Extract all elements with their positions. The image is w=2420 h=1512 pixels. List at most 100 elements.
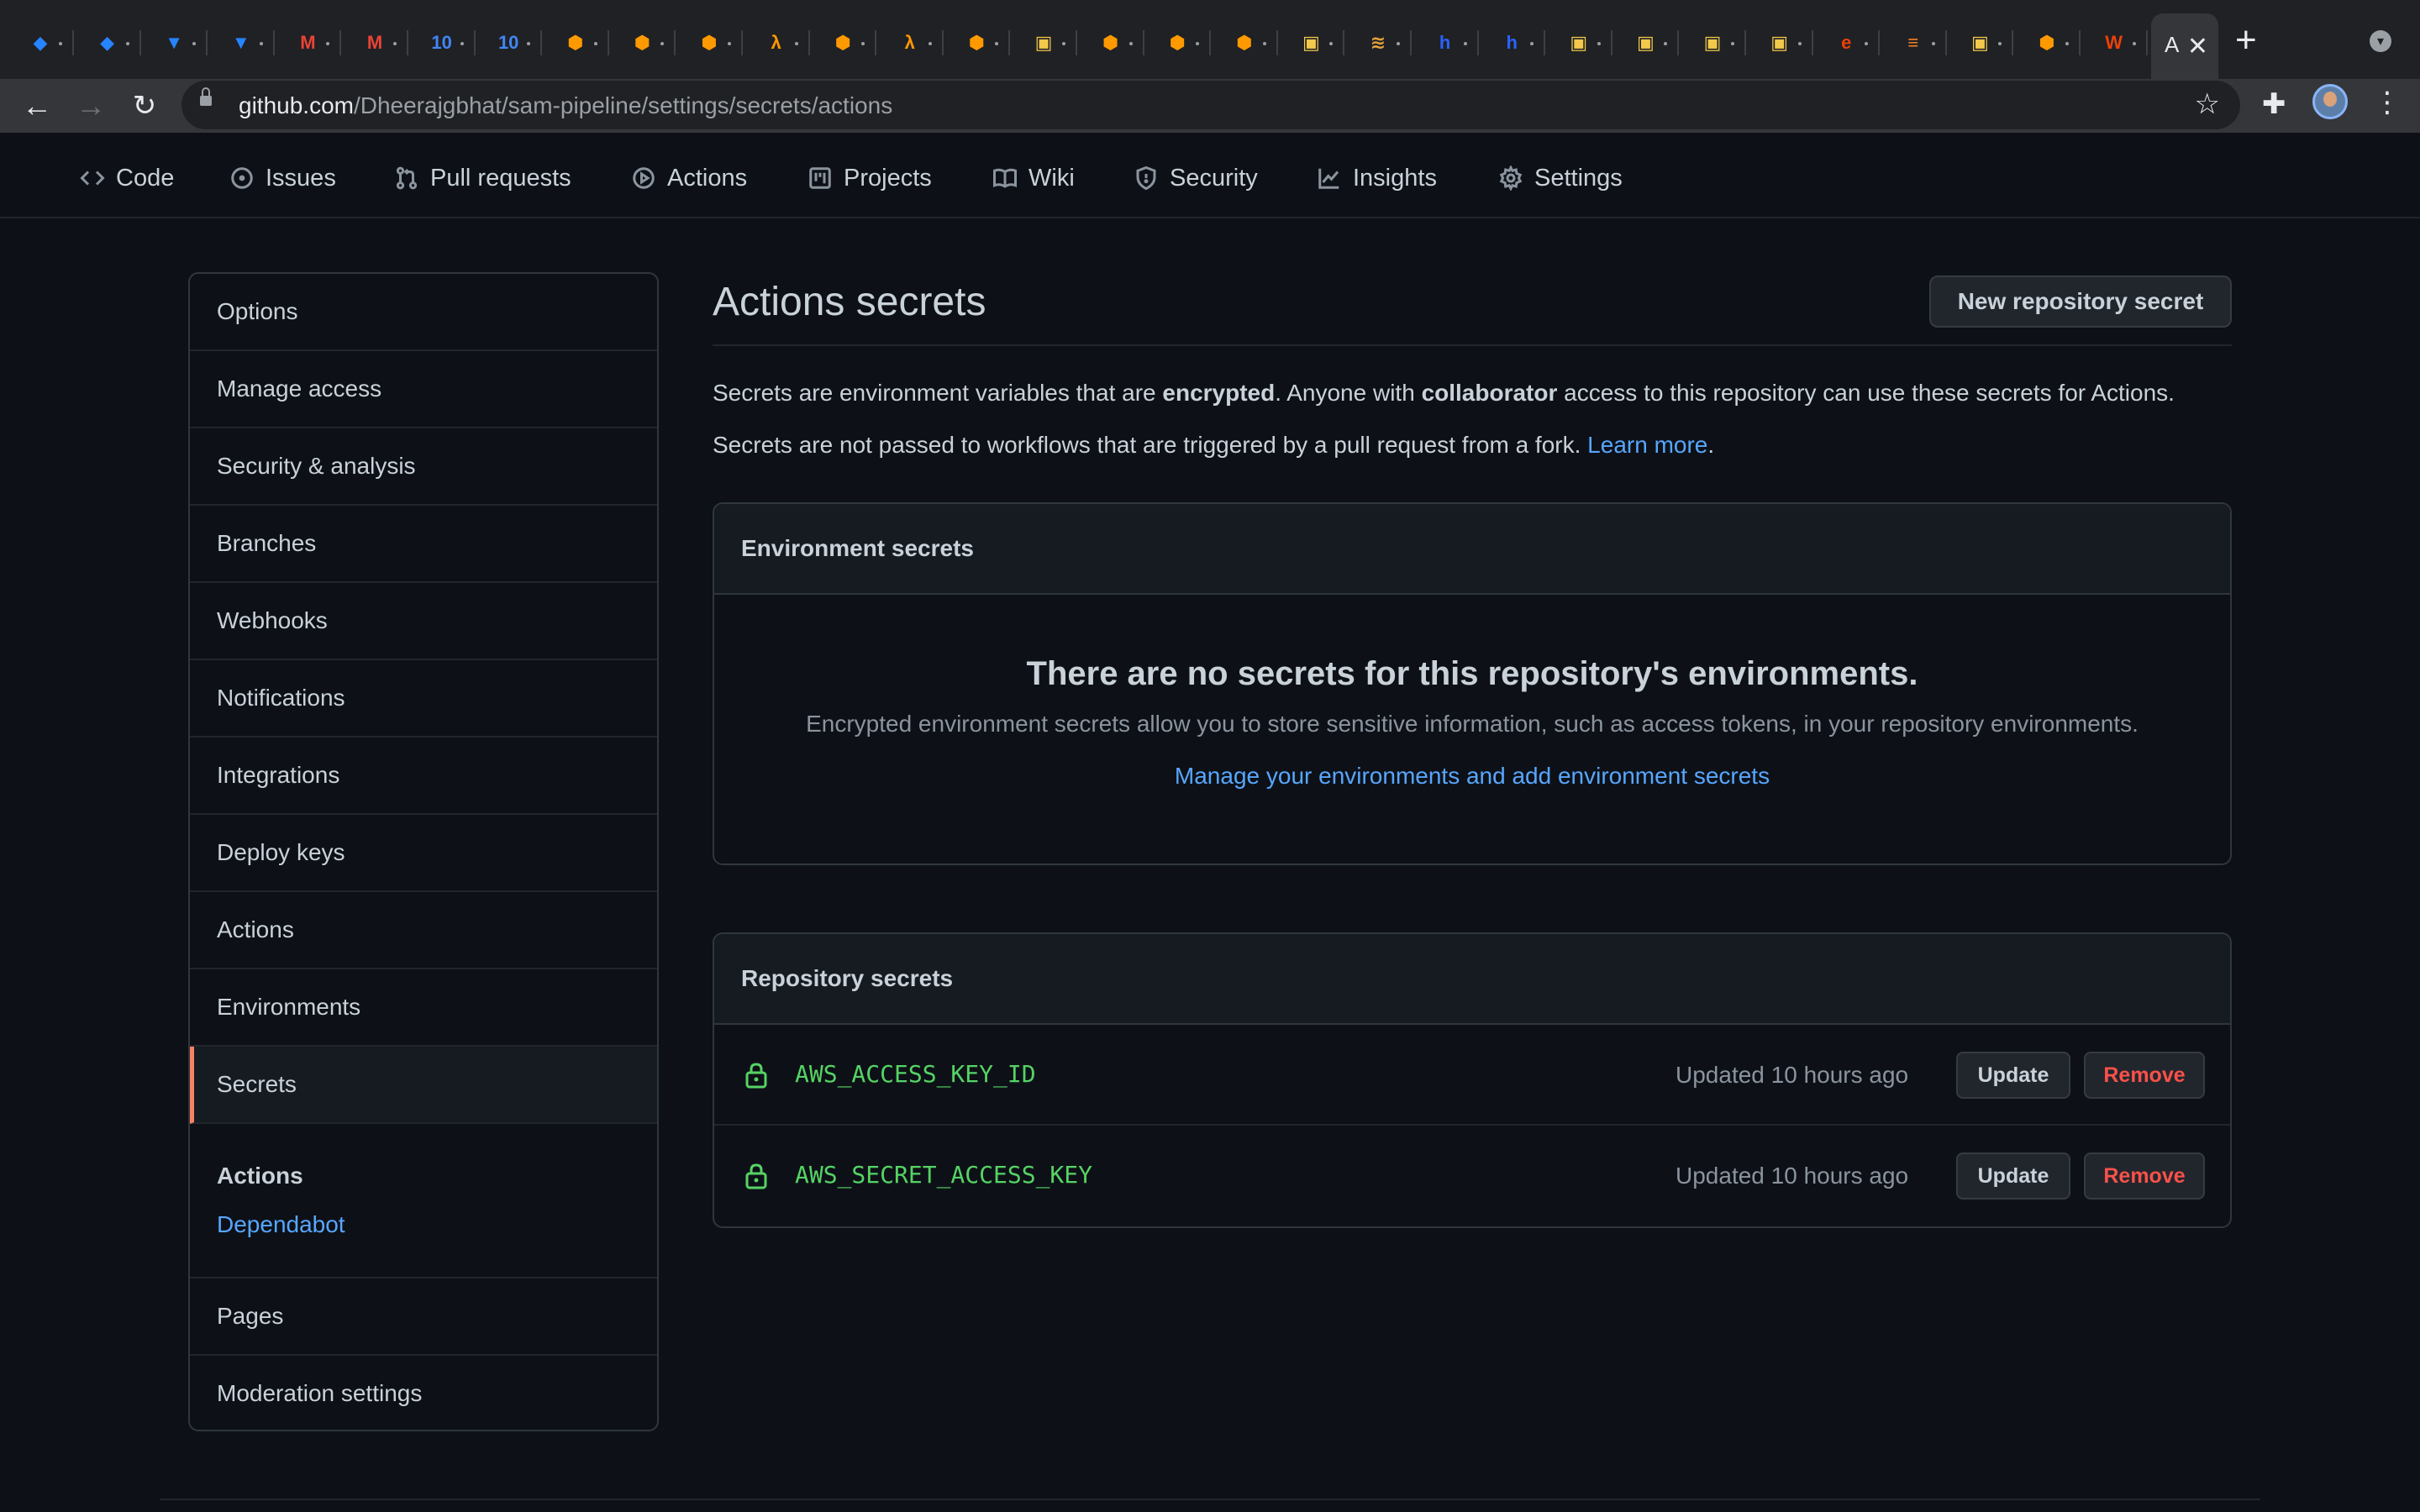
tab-wiki[interactable]: Wiki: [992, 161, 1075, 195]
learn-more-link[interactable]: Learn more: [1587, 432, 1707, 458]
browser-tab[interactable]: 10: [408, 17, 476, 69]
play-icon: [630, 165, 657, 192]
bookmark-star-icon[interactable]: ☆: [2195, 87, 2220, 121]
active-tab-title: A: [2165, 32, 2180, 57]
forward-button[interactable]: →: [71, 86, 111, 126]
address-bar[interactable]: github.com/Dheerajgbhat/sam-pipeline/set…: [182, 81, 2240, 129]
aws-service-icon: ⬢: [1169, 32, 1186, 53]
gear-icon: [1497, 165, 1524, 192]
sidebar-item-integrations[interactable]: Integrations: [190, 738, 657, 815]
browser-tab[interactable]: ◆: [74, 17, 141, 69]
browser-tab[interactable]: ≡: [1880, 17, 1947, 69]
browser-tab[interactable]: ⬢: [1144, 17, 1212, 69]
browser-tab[interactable]: ▣: [1612, 17, 1680, 69]
tab-title-dot: [794, 42, 798, 45]
tab-title-dot: [1597, 42, 1601, 45]
browser-tab[interactable]: M: [274, 17, 342, 69]
extensions-puzzle-icon[interactable]: ✚: [2262, 87, 2286, 121]
browser-tab[interactable]: 10: [475, 17, 543, 69]
browser-menu-icon[interactable]: ⋮: [2373, 86, 2402, 119]
active-tab[interactable]: A ✕: [2151, 13, 2218, 79]
sidebar-item-secrets[interactable]: Secrets: [190, 1047, 657, 1124]
update-secret-button[interactable]: Update: [1956, 1152, 2070, 1200]
back-button[interactable]: ←: [17, 86, 57, 126]
tab-title-dot: [2132, 42, 2136, 45]
new-repository-secret-button[interactable]: New repository secret: [1929, 276, 2232, 328]
tab-security[interactable]: Security: [1133, 161, 1258, 195]
lock-icon: [745, 1163, 767, 1189]
blank-state-text: Encrypted environment secrets allow you …: [806, 711, 2139, 737]
aws-service-icon: ⬢: [567, 32, 584, 53]
update-secret-button[interactable]: Update: [1956, 1052, 2070, 1099]
browser-tab[interactable]: ⬢: [2013, 17, 2081, 69]
url-text[interactable]: github.com/Dheerajgbhat/sam-pipeline/set…: [239, 92, 892, 119]
browser-tab[interactable]: λ: [876, 17, 944, 69]
browser-tab[interactable]: ▣: [1946, 17, 2014, 69]
remove-secret-button[interactable]: Remove: [2084, 1052, 2205, 1099]
sidebar-item-pages[interactable]: Pages: [190, 1278, 657, 1356]
browser-tab[interactable]: ⬢: [608, 17, 676, 69]
browser-tab[interactable]: ⬢: [1211, 17, 1278, 69]
browser-tab[interactable]: h: [1412, 17, 1479, 69]
package-icon: ▣: [1302, 32, 1320, 53]
gmail-icon: M: [300, 32, 316, 53]
browser-tab[interactable]: e: [1812, 17, 1881, 69]
sidebar-item-branches[interactable]: Branches: [190, 506, 657, 583]
sidebar-item-options[interactable]: Options: [190, 274, 657, 351]
sidebar-link-dependabot[interactable]: Dependabot: [217, 1211, 345, 1238]
new-tab-button[interactable]: +: [2235, 22, 2257, 59]
browser-tab[interactable]: ▣: [1277, 17, 1345, 69]
sidebar-item-deploy-keys[interactable]: Deploy keys: [190, 815, 657, 892]
reload-button[interactable]: ↻: [124, 86, 165, 126]
lock-icon[interactable]: [200, 87, 212, 106]
tab-title-dot: [1865, 42, 1869, 45]
browser-tab[interactable]: ▼: [140, 17, 208, 69]
secret-name: AWS_SECRET_ACCESS_KEY: [795, 1161, 1093, 1189]
tab-projects[interactable]: Projects: [807, 161, 932, 195]
tab-title-dot: [1329, 42, 1334, 45]
browser-tab[interactable]: ≋: [1344, 17, 1412, 69]
browser-tab[interactable]: ⬢: [943, 17, 1011, 69]
secret-row: AWS_SECRET_ACCESS_KEY Updated 10 hours a…: [714, 1126, 2230, 1226]
browser-tab[interactable]: ⬢: [1077, 17, 1144, 69]
browser-tab[interactable]: W: [2081, 17, 2148, 69]
tab-code[interactable]: Code: [79, 161, 174, 195]
browser-tab[interactable]: ▼: [208, 17, 275, 69]
manage-environments-link[interactable]: Manage your environments and add environ…: [714, 763, 2230, 790]
tab-search-icon[interactable]: ▾: [2370, 30, 2391, 52]
sidebar-item-actions[interactable]: Actions: [190, 892, 657, 969]
tab-settings[interactable]: Settings: [1497, 161, 1623, 195]
sidebar-item-security-analysis[interactable]: Security & analysis: [190, 428, 657, 506]
tab-actions[interactable]: Actions: [630, 161, 747, 195]
close-tab-icon[interactable]: ✕: [2187, 32, 2208, 61]
browser-tab[interactable]: ⬢: [676, 17, 743, 69]
sidebar-item-manage-access[interactable]: Manage access: [190, 351, 657, 428]
browser-tab[interactable]: ▣: [1746, 17, 1813, 69]
sidebar-item-webhooks[interactable]: Webhooks: [190, 583, 657, 660]
tab-issues[interactable]: Issues: [229, 161, 336, 195]
browser-tab[interactable]: h: [1478, 17, 1546, 69]
browser-tab[interactable]: ⬢: [809, 17, 877, 69]
remove-secret-button[interactable]: Remove: [2084, 1152, 2205, 1200]
browser-tab[interactable]: ▣: [1679, 17, 1746, 69]
browser-tab[interactable]: λ: [743, 17, 810, 69]
tab-title-dot: [393, 42, 397, 45]
sidebar-item-moderation-settings[interactable]: Moderation settings: [190, 1356, 657, 1433]
tab-title-dot: [728, 42, 731, 45]
sidebar-item-environments[interactable]: Environments: [190, 969, 657, 1047]
tab-insights[interactable]: Insights: [1316, 161, 1437, 195]
profile-avatar[interactable]: [2312, 84, 2348, 119]
issue-opened-icon: [229, 165, 255, 192]
environment-secrets-header: Environment secrets: [714, 504, 2230, 595]
browser-tab[interactable]: ▣: [1010, 17, 1077, 69]
browser-tab[interactable]: ▣: [1545, 17, 1612, 69]
browser-tab[interactable]: ◆: [7, 17, 74, 69]
stackoverflow-icon: ≡: [1907, 32, 1919, 53]
jira-icon: ◆: [33, 32, 48, 53]
sidebar-item-notifications[interactable]: Notifications: [190, 660, 657, 738]
browser-tab[interactable]: ⬢: [542, 17, 609, 69]
tab-pull-requests[interactable]: Pull requests: [393, 161, 571, 195]
tab-title-dot: [995, 42, 999, 45]
browser-tab[interactable]: M: [341, 17, 408, 69]
tab-title-dot: [1998, 42, 2002, 45]
